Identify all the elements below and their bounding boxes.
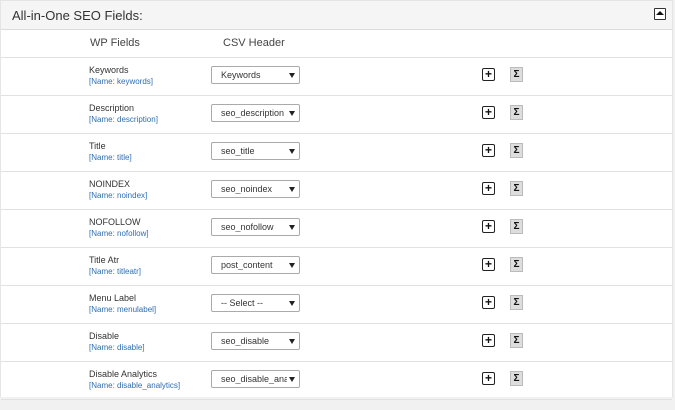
csv-header-select[interactable]: Keywords xyxy=(211,66,300,84)
field-row: NOFOLLOW [Name: nofollow] seo_nofollow +… xyxy=(1,210,672,248)
field-row: Keywords [Name: keywords] Keywords + Σ xyxy=(1,58,672,96)
field-key: [Name: menulabel] xyxy=(89,305,157,314)
select-value: Keywords xyxy=(221,70,261,80)
seo-fields-panel: All-in-One SEO Fields: WP Fields CSV Hea… xyxy=(0,0,673,400)
field-label: NOFOLLOW xyxy=(89,217,141,227)
field-row: Title [Name: title] seo_title + Σ xyxy=(1,134,672,172)
csv-header-select[interactable]: seo_noindex xyxy=(211,180,300,198)
select-value: seo_noindex xyxy=(221,184,273,194)
wp-fields-column-header: WP Fields xyxy=(90,37,140,49)
sum-field-button[interactable]: Σ xyxy=(510,181,523,196)
field-key: [Name: titleatr] xyxy=(89,267,142,276)
csv-header-select[interactable]: seo_description xyxy=(211,104,300,122)
field-label: Disable xyxy=(89,331,120,341)
field-row-partial xyxy=(1,400,672,410)
add-field-button[interactable]: + xyxy=(482,106,495,119)
dropdown-arrow-icon xyxy=(289,111,295,116)
add-field-button[interactable]: + xyxy=(482,220,495,233)
add-field-button[interactable]: + xyxy=(482,144,495,157)
csv-header-select[interactable]: seo_nofollow xyxy=(211,218,300,236)
select-value: seo_title xyxy=(221,146,255,156)
field-key: [Name: disable_analytics] xyxy=(89,381,181,390)
dropdown-arrow-icon xyxy=(289,149,295,154)
sum-field-button[interactable]: Σ xyxy=(510,257,523,272)
dropdown-arrow-icon xyxy=(289,263,295,268)
field-label: Title Atr xyxy=(89,255,120,265)
field-row: Menu Label [Name: menulabel] -- Select -… xyxy=(1,286,672,324)
sum-field-button[interactable]: Σ xyxy=(510,371,523,386)
add-field-button[interactable]: + xyxy=(482,372,495,385)
sum-field-button[interactable]: Σ xyxy=(510,105,523,120)
select-value: post_content xyxy=(221,260,273,270)
field-key: [Name: nofollow] xyxy=(89,229,149,238)
csv-header-select[interactable]: seo_title xyxy=(211,142,300,160)
collapse-toggle-icon[interactable] xyxy=(654,8,666,20)
field-key: [Name: noindex] xyxy=(89,191,148,200)
field-label: Keywords xyxy=(89,65,129,75)
csv-header-column-header: CSV Header xyxy=(223,37,285,49)
select-value: seo_disable xyxy=(221,336,270,346)
field-key: [Name: title] xyxy=(89,153,132,162)
csv-header-select[interactable]: seo_disable_analy xyxy=(211,370,300,388)
dropdown-arrow-icon xyxy=(289,339,295,344)
field-row: Title Atr [Name: titleatr] post_content … xyxy=(1,248,672,286)
dropdown-arrow-icon xyxy=(289,73,295,78)
panel-title: All-in-One SEO Fields: xyxy=(12,8,143,23)
dropdown-arrow-icon xyxy=(289,187,295,192)
select-value: -- Select -- xyxy=(221,298,264,308)
add-field-button[interactable]: + xyxy=(482,182,495,195)
field-label: Disable Analytics xyxy=(89,369,158,379)
sum-field-button[interactable]: Σ xyxy=(510,219,523,234)
field-label: Description xyxy=(89,103,135,113)
field-key: [Name: description] xyxy=(89,115,158,124)
csv-header-select[interactable]: -- Select -- xyxy=(211,294,300,312)
select-value: seo_disable_analy xyxy=(221,374,287,384)
dropdown-arrow-icon xyxy=(289,301,295,306)
field-key: [Name: disable] xyxy=(89,343,145,352)
field-row: NOINDEX [Name: noindex] seo_noindex + Σ xyxy=(1,172,672,210)
sum-field-button[interactable]: Σ xyxy=(510,295,523,310)
panel-header[interactable]: All-in-One SEO Fields: xyxy=(1,1,672,30)
dropdown-arrow-icon xyxy=(289,377,295,382)
field-key: [Name: keywords] xyxy=(89,77,154,86)
sum-field-button[interactable]: Σ xyxy=(510,143,523,158)
select-value: seo_nofollow xyxy=(221,222,274,232)
field-label: Title xyxy=(89,141,106,151)
dropdown-arrow-icon xyxy=(289,225,295,230)
add-field-button[interactable]: + xyxy=(482,68,495,81)
field-label: NOINDEX xyxy=(89,179,131,189)
select-value: seo_description xyxy=(221,108,285,118)
add-field-button[interactable]: + xyxy=(482,296,495,309)
field-label: Menu Label xyxy=(89,293,137,303)
sum-field-button[interactable]: Σ xyxy=(510,333,523,348)
csv-header-select[interactable]: post_content xyxy=(211,256,300,274)
field-row: Disable [Name: disable] seo_disable + Σ xyxy=(1,324,672,362)
sum-field-button[interactable]: Σ xyxy=(510,67,523,82)
field-row: Description [Name: description] seo_desc… xyxy=(1,96,672,134)
add-field-button[interactable]: + xyxy=(482,334,495,347)
column-header-row: WP Fields CSV Header xyxy=(1,30,672,58)
csv-header-select[interactable]: seo_disable xyxy=(211,332,300,350)
field-row: Disable Analytics [Name: disable_analyti… xyxy=(1,362,672,400)
add-field-button[interactable]: + xyxy=(482,258,495,271)
